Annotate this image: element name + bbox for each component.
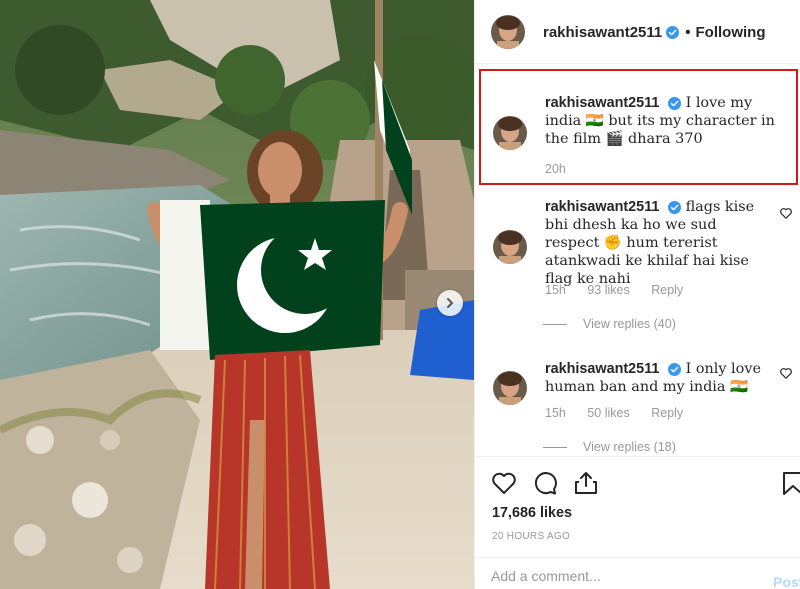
avatar-image	[493, 230, 527, 264]
view-replies-button[interactable]: View replies (18)	[543, 440, 676, 454]
avatar-image	[491, 15, 525, 49]
avatar[interactable]	[491, 15, 525, 49]
avatar[interactable]	[493, 116, 527, 150]
comment-body: rakhisawant2511 I love my india 🇮🇳 but i…	[545, 94, 791, 148]
avatar[interactable]	[493, 230, 527, 264]
heart-icon[interactable]	[491, 470, 517, 496]
reply-button[interactable]: Reply	[651, 283, 683, 297]
share-icon[interactable]	[573, 470, 599, 496]
post-sidebar: rakhisawant2511 • Following rakhisawant2…	[474, 0, 800, 589]
chevron-right-icon	[447, 298, 454, 308]
add-comment-bar	[475, 557, 800, 589]
avatar[interactable]	[493, 371, 527, 405]
likes-count[interactable]: 17,686 likes	[492, 505, 572, 521]
comment-meta: 15h 50 likes Reply	[545, 406, 701, 420]
verified-badge-icon	[666, 26, 680, 39]
comment-meta: 15h 93 likes Reply	[545, 283, 701, 297]
comment-time[interactable]: 15h	[545, 406, 566, 420]
verified-badge-icon	[667, 200, 681, 214]
replies-dash	[543, 446, 567, 448]
comment-bubble-icon[interactable]	[532, 470, 558, 496]
reply-button[interactable]: Reply	[651, 406, 683, 420]
post-actions: 17,686 likes 20 HOURS AGO Post	[475, 456, 800, 589]
posted-time[interactable]: 20 HOURS AGO	[492, 531, 570, 542]
comment-likes[interactable]: 93 likes	[587, 283, 629, 297]
separator-dot: •	[685, 24, 691, 41]
bookmark-icon[interactable]	[780, 470, 800, 496]
comment-likes[interactable]: 50 likes	[587, 406, 629, 420]
like-comment-heart-icon[interactable]	[779, 366, 793, 380]
view-replies-button[interactable]: View replies (40)	[543, 317, 676, 331]
comment-meta: 20h	[545, 162, 584, 176]
comment-username[interactable]: rakhisawant2511	[545, 361, 659, 377]
comment-time[interactable]: 15h	[545, 283, 566, 297]
next-photo-button[interactable]	[437, 290, 463, 316]
post-comment-button[interactable]: Post	[773, 574, 800, 589]
verified-badge-icon	[667, 362, 681, 376]
comment-time[interactable]: 20h	[545, 162, 566, 176]
comment-body: rakhisawant2511 I only love human ban an…	[545, 360, 775, 396]
comment-item: rakhisawant2511 I love my india 🇮🇳 but i…	[475, 84, 800, 184]
verified-badge-icon	[667, 96, 681, 110]
replies-dash	[543, 323, 567, 325]
header-username[interactable]: rakhisawant2511	[543, 24, 662, 41]
add-comment-input[interactable]	[491, 566, 751, 586]
following-button[interactable]: Following	[696, 24, 766, 41]
view-replies-label: View replies (18)	[583, 440, 676, 454]
avatar-image	[493, 371, 527, 405]
comment-body: rakhisawant2511 flags kise bhi dhesh ka …	[545, 198, 775, 288]
comment-item: rakhisawant2511 I only love human ban an…	[475, 350, 800, 460]
photo-scene	[0, 0, 474, 589]
like-comment-heart-icon[interactable]	[779, 206, 793, 220]
post-photo	[0, 0, 474, 589]
post-header: rakhisawant2511 • Following	[475, 0, 800, 64]
comment-item: rakhisawant2511 flags kise bhi dhesh ka …	[475, 188, 800, 338]
view-replies-label: View replies (40)	[583, 317, 676, 331]
comment-username[interactable]: rakhisawant2511	[545, 95, 659, 111]
avatar-image	[493, 116, 527, 150]
comment-username[interactable]: rakhisawant2511	[545, 199, 659, 215]
